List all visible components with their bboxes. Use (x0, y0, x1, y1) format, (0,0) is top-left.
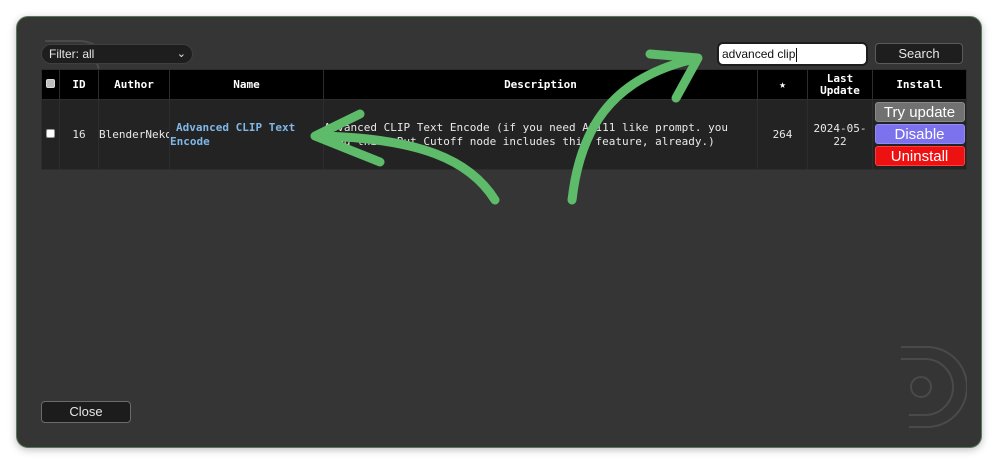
row-select-cell (41, 99, 60, 170)
row-id: 16 (59, 99, 99, 170)
uninstall-button[interactable]: Uninstall (874, 146, 965, 166)
header-stars[interactable]: ★ (757, 69, 808, 100)
custom-nodes-manager-dialog: Filter: all ⌄ advanced clip Search ID Au… (16, 16, 982, 448)
row-stars: 264 (757, 99, 808, 170)
screenshot-stage: Filter: all ⌄ advanced clip Search ID Au… (0, 0, 1000, 467)
header-author[interactable]: Author (98, 69, 170, 100)
row-install-actions: Try update Disable Uninstall (872, 99, 967, 170)
row-description: Advanced CLIP Text Encode (if you need A… (323, 99, 758, 170)
header-name[interactable]: Name (169, 69, 324, 100)
nodes-table: ID Author Name Description ★ Last Update… (41, 69, 967, 170)
filter-select[interactable]: Filter: all ⌄ (41, 44, 193, 64)
row-checkbox[interactable] (46, 129, 55, 138)
table-header-row: ID Author Name Description ★ Last Update… (41, 69, 967, 100)
table-row: 16 BlenderNeko Advanced CLIP Text Encode… (41, 99, 967, 170)
header-last-update[interactable]: Last Update (807, 69, 873, 100)
header-install: Install (872, 69, 967, 100)
header-id[interactable]: ID (59, 69, 99, 100)
row-last-update: 2024-05-22 (807, 99, 873, 170)
search-input[interactable]: advanced clip (717, 42, 868, 66)
node-name-link[interactable]: Advanced CLIP Text Encode (171, 121, 323, 149)
select-all-checkbox[interactable] (46, 78, 55, 88)
disable-button[interactable]: Disable (874, 124, 965, 144)
select-all-header[interactable] (41, 69, 60, 100)
row-author: BlenderNeko (98, 99, 170, 170)
chevron-down-icon: ⌄ (176, 48, 186, 60)
filter-select-value: Filter: all (49, 47, 95, 61)
row-name-cell: Advanced CLIP Text Encode (169, 99, 324, 170)
text-caret (796, 47, 798, 62)
try-update-button[interactable]: Try update (874, 102, 965, 122)
close-button[interactable]: Close (41, 401, 131, 423)
header-description[interactable]: Description (323, 69, 758, 100)
search-button[interactable]: Search (875, 43, 963, 64)
search-input-value: advanced clip (722, 47, 796, 61)
logo-watermark-icon (901, 346, 967, 428)
